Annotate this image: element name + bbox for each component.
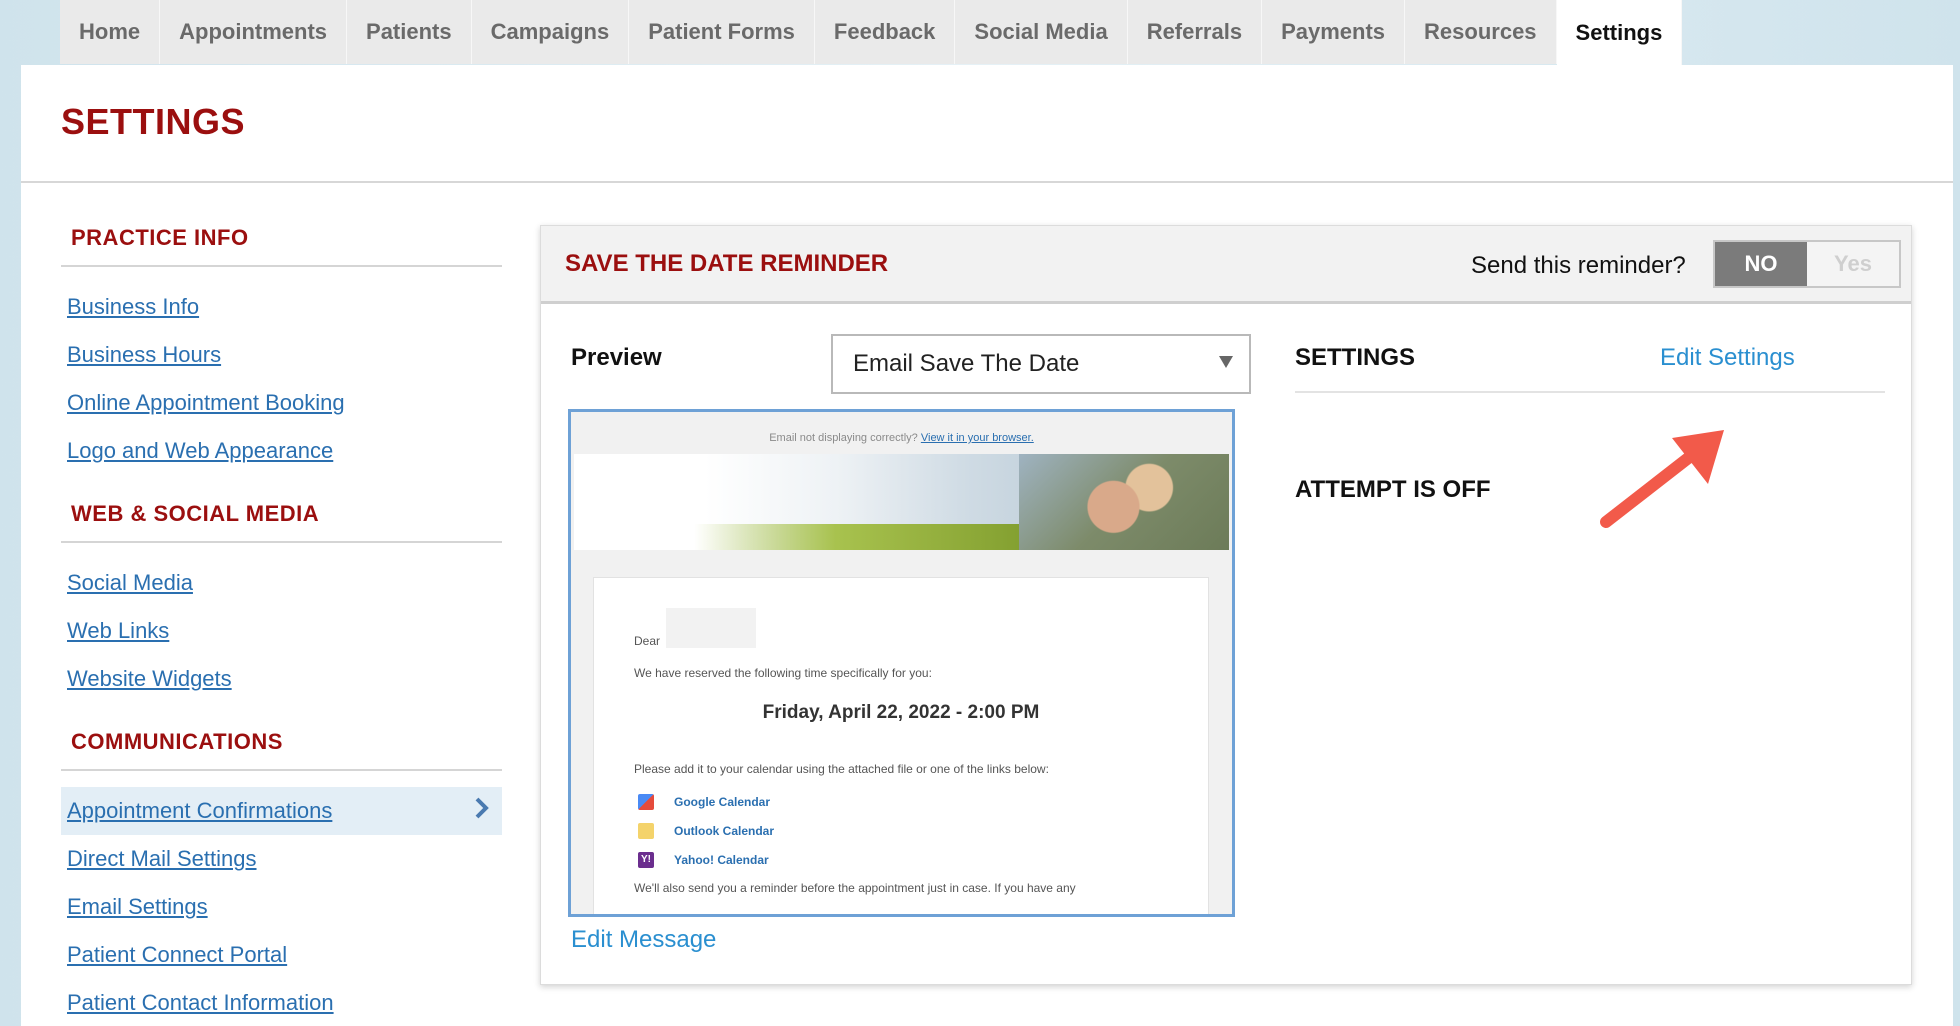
dropdown-caret-icon <box>1219 356 1233 368</box>
tab-patient-forms[interactable]: Patient Forms <box>629 0 815 64</box>
yahoo-calendar-icon: Y! <box>638 852 654 868</box>
tab-campaigns[interactable]: Campaigns <box>471 0 630 64</box>
sidebar-item-label: Online Appointment Booking <box>67 390 345 415</box>
calendar-link-label: Outlook Calendar <box>674 824 775 838</box>
settings-sidebar: PRACTICE INFO Business Info Business Hou… <box>61 225 502 1026</box>
settings-divider <box>1295 391 1885 393</box>
sidebar-item-label: Patient Connect Portal <box>67 942 288 967</box>
email-reserved-text: We have reserved the following time spec… <box>634 666 932 680</box>
outlook-calendar-link[interactable]: Outlook Calendar <box>638 823 1168 839</box>
select-value: Email Save The Date <box>853 350 1080 377</box>
sidebar-item-patient-contact-information[interactable]: Patient Contact Information <box>61 979 502 1026</box>
sidebar-item-label: Social Media <box>67 570 193 595</box>
email-appointment-date: Friday, April 22, 2022 - 2:00 PM <box>762 702 1040 723</box>
preview-template-select[interactable]: Email Save The Date <box>831 334 1251 394</box>
attempt-status: ATTEMPT IS OFF <box>1295 476 1491 503</box>
email-body: Dear We have reserved the following time… <box>593 577 1209 914</box>
email-reminder-note: We'll also send you a reminder before th… <box>634 881 1076 895</box>
tab-resources[interactable]: Resources <box>1405 0 1557 64</box>
sidebar-item-appointment-confirmations[interactable]: Appointment Confirmations <box>61 787 502 835</box>
preview-label: Preview <box>571 344 662 371</box>
sidebar-section-web-social: WEB & SOCIAL MEDIA Social Media Web Link… <box>61 501 502 703</box>
sidebar-item-email-settings[interactable]: Email Settings <box>61 883 502 931</box>
annotation-arrow-icon <box>1600 430 1724 528</box>
redacted-name <box>666 608 757 648</box>
tab-patients[interactable]: Patients <box>347 0 472 64</box>
google-calendar-icon <box>638 794 654 810</box>
calendar-link-label: Yahoo! Calendar <box>674 853 769 867</box>
sidebar-item-label: Web Links <box>67 618 170 643</box>
outlook-calendar-icon <box>638 823 654 839</box>
sidebar-item-website-widgets[interactable]: Website Widgets <box>61 655 502 703</box>
sidebar-item-patient-connect-portal[interactable]: Patient Connect Portal <box>61 931 502 979</box>
email-add-calendar-text: Please add it to your calendar using the… <box>634 762 1049 776</box>
email-browser-notice: Email not displaying correctly? View it … <box>571 420 1232 454</box>
sidebar-item-label: Website Widgets <box>67 666 232 691</box>
settings-section-label: SETTINGS <box>1295 344 1416 371</box>
sidebar-item-social-media[interactable]: Social Media <box>61 559 502 607</box>
sidebar-heading: COMMUNICATIONS <box>61 729 502 771</box>
toggle-yes-button[interactable]: Yes <box>1807 242 1899 286</box>
sidebar-item-label: Business Hours <box>67 342 222 367</box>
google-calendar-link[interactable]: Google Calendar <box>638 794 1168 810</box>
view-in-browser-link[interactable]: View it in your browser. <box>921 432 1034 444</box>
email-notice-text: Email not displaying correctly? <box>769 432 918 444</box>
sidebar-section-communications: COMMUNICATIONS Appointment Confirmations… <box>61 729 502 1026</box>
sidebar-heading: PRACTICE INFO <box>61 225 502 267</box>
tab-referrals[interactable]: Referrals <box>1127 0 1263 64</box>
calendar-link-label: Google Calendar <box>674 795 771 809</box>
reminder-title: SAVE THE DATE REMINDER <box>565 250 889 277</box>
edit-message-link[interactable]: Edit Message <box>571 926 716 954</box>
sidebar-item-business-hours[interactable]: Business Hours <box>61 331 502 379</box>
email-greeting: Dear <box>634 608 1168 648</box>
title-divider <box>21 181 1953 183</box>
banner-grass <box>694 524 1049 550</box>
email-preview: Email not displaying correctly? View it … <box>568 409 1235 917</box>
toggle-no-button[interactable]: NO <box>1715 242 1807 286</box>
sidebar-item-label: Patient Contact Information <box>67 990 334 1015</box>
settings-panel: SETTINGS PRACTICE INFO Business Info Bus… <box>21 65 1953 1026</box>
banner-couple-photo <box>1019 454 1229 550</box>
sidebar-item-label: Logo and Web Appearance <box>67 438 334 463</box>
reminder-card: SAVE THE DATE REMINDER Send this reminde… <box>540 225 1912 985</box>
email-dear: Dear <box>634 634 661 648</box>
page-title: SETTINGS <box>61 101 246 142</box>
sidebar-section-practice-info: PRACTICE INFO Business Info Business Hou… <box>61 225 502 475</box>
sidebar-item-label: Email Settings <box>67 894 208 919</box>
sidebar-heading: WEB & SOCIAL MEDIA <box>61 501 502 543</box>
tab-settings[interactable]: Settings <box>1556 0 1683 66</box>
sidebar-item-business-info[interactable]: Business Info <box>61 283 502 331</box>
yahoo-calendar-link[interactable]: Y! Yahoo! Calendar <box>638 852 1168 868</box>
send-reminder-toggle: NO Yes <box>1713 240 1901 288</box>
tab-appointments[interactable]: Appointments <box>160 0 348 64</box>
sidebar-item-web-links[interactable]: Web Links <box>61 607 502 655</box>
chevron-right-icon <box>474 795 490 827</box>
sidebar-item-direct-mail-settings[interactable]: Direct Mail Settings <box>61 835 502 883</box>
sidebar-item-label: Direct Mail Settings <box>67 846 257 871</box>
reminder-header: SAVE THE DATE REMINDER Send this reminde… <box>541 226 1911 304</box>
sidebar-item-label: Appointment Confirmations <box>67 798 333 823</box>
edit-settings-link[interactable]: Edit Settings <box>1660 344 1795 372</box>
email-banner-image <box>574 454 1229 550</box>
tab-home[interactable]: Home <box>60 0 161 64</box>
tab-feedback[interactable]: Feedback <box>814 0 956 64</box>
tab-social-media[interactable]: Social Media <box>955 0 1128 64</box>
tab-payments[interactable]: Payments <box>1262 0 1406 64</box>
send-reminder-label: Send this reminder? <box>1471 252 1686 279</box>
sidebar-item-logo-web-appearance[interactable]: Logo and Web Appearance <box>61 427 502 475</box>
sidebar-item-online-appointment-booking[interactable]: Online Appointment Booking <box>61 379 502 427</box>
sidebar-item-label: Business Info <box>67 294 200 319</box>
top-nav: Home Appointments Patients Campaigns Pat… <box>60 0 1683 66</box>
